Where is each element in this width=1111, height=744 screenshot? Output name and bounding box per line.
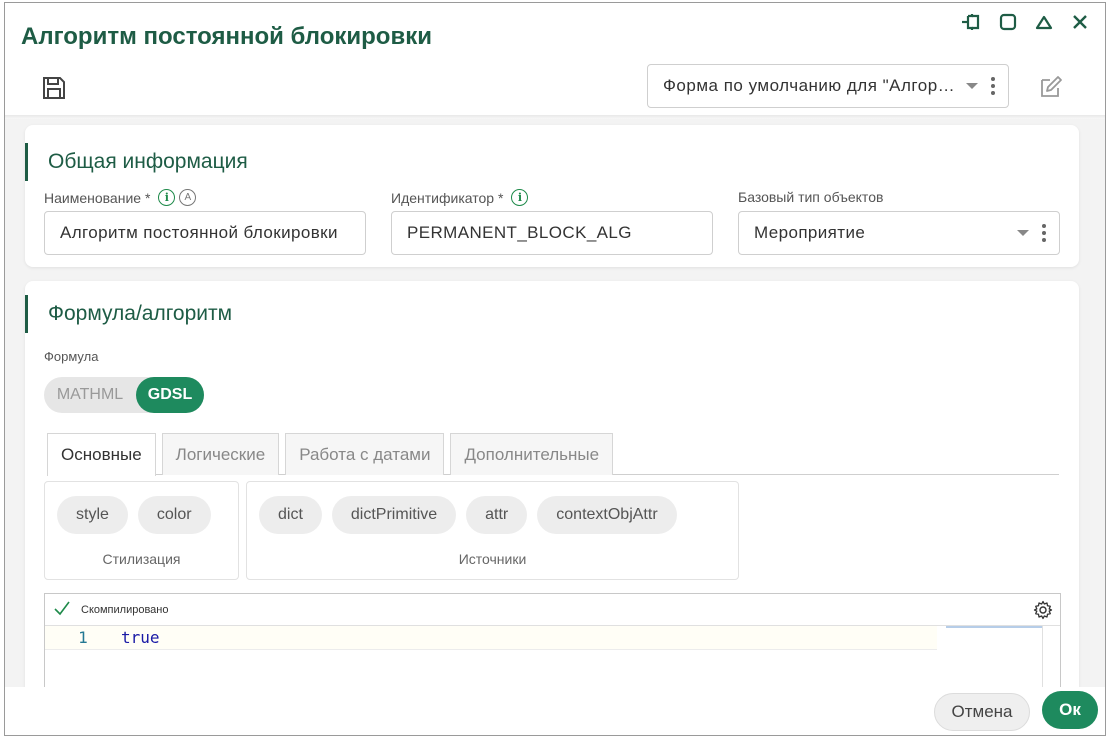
kebab-menu-icon[interactable] (1037, 224, 1051, 242)
formula-mode-toggle[interactable]: MATHML GDSL (44, 377, 204, 413)
formula-label: Формула (44, 349, 99, 364)
info-icon[interactable]: i (511, 189, 529, 206)
kebab-menu-icon[interactable] (986, 77, 1000, 95)
general-info-card: Общая информация Наименование * i A Алго… (25, 125, 1079, 267)
mode-mathml[interactable]: MATHML (44, 386, 136, 404)
auto-name-icon[interactable]: A (179, 189, 197, 206)
dialog-title: Алгоритм постоянной блокировки (21, 23, 432, 50)
chip-dict-primitive[interactable]: dictPrimitive (331, 496, 457, 534)
info-icon[interactable]: i (158, 189, 176, 206)
chip-color[interactable]: color (137, 496, 211, 534)
chip-style[interactable]: style (57, 496, 128, 534)
close-icon[interactable] (1069, 11, 1091, 33)
code-editor[interactable]: Скомпилировано 1 true (44, 593, 1061, 687)
edit-form-icon[interactable] (1037, 73, 1065, 101)
pin-icon[interactable] (961, 11, 983, 33)
base-type-value: Мероприятие (754, 223, 866, 242)
chevron-down-icon[interactable] (966, 83, 978, 89)
id-field[interactable]: PERMANENT_BLOCK_ALG (391, 211, 713, 255)
line-number: 1 (78, 628, 88, 647)
collapse-icon[interactable] (1033, 11, 1055, 33)
form-select-value: Форма по умолчанию для "Алгоритм постоян… (663, 76, 956, 95)
id-field-value: PERMANENT_BLOCK_ALG (407, 223, 632, 242)
mode-gdsl[interactable]: GDSL (136, 377, 204, 413)
gear-icon[interactable] (1032, 599, 1054, 621)
formula-card: Формула/алгоритм Формула MATHML GDSL Осн… (25, 281, 1079, 687)
compile-status: Скомпилировано (81, 603, 169, 616)
name-field[interactable]: Алгоритм постоянной блокировки (44, 211, 366, 255)
group-label-sources: Источники (458, 551, 527, 567)
code-text[interactable]: true (121, 628, 160, 647)
editor-toolbar: Скомпилировано (45, 594, 1060, 626)
name-field-value: Алгоритм постоянной блокировки (60, 223, 338, 242)
base-type-select[interactable]: Мероприятие (738, 211, 1060, 255)
section-title-general: Общая информация (25, 143, 248, 181)
group-styling: style color Стилизация (44, 481, 239, 580)
group-sources: dict dictPrimitive attr contextObjAttr И… (246, 481, 739, 580)
id-label: Идентификатор * i (391, 189, 529, 206)
dialog-window: Алгоритм постоянной блокировки Форма по … (4, 2, 1106, 736)
dialog-footer: Отмена Ок (5, 687, 1105, 735)
dialog-content[interactable]: Общая информация Наименование * i A Алго… (5, 119, 1105, 687)
name-label: Наименование * i A (44, 189, 197, 206)
id-label-text: Идентификатор * (391, 189, 504, 206)
chip-attr[interactable]: attr (466, 496, 528, 534)
group-label-styling: Стилизация (102, 551, 181, 567)
name-label-text: Наименование * (44, 189, 151, 206)
chip-context-obj-attr[interactable]: contextObjAttr (537, 496, 677, 534)
tab-logical[interactable]: Логические (161, 433, 280, 475)
ok-button[interactable]: Ок (1042, 691, 1098, 729)
code-line[interactable]: 1 true (45, 626, 937, 650)
tab-dates[interactable]: Работа с датами (285, 433, 445, 475)
save-icon[interactable] (39, 73, 69, 103)
overview-ruler-mark (946, 626, 1042, 628)
section-title-formula: Формула/алгоритм (25, 295, 232, 333)
cancel-button[interactable]: Отмена (934, 693, 1030, 731)
tab-basic[interactable]: Основные (47, 433, 156, 476)
maximize-icon[interactable] (997, 11, 1019, 33)
function-tabs: Основные Логические Работа с датами Допо… (47, 433, 1059, 476)
editor-scrollbar[interactable] (1042, 626, 1060, 687)
chip-dict[interactable]: dict (259, 496, 322, 534)
check-icon (53, 600, 71, 619)
tab-additional[interactable]: Дополнительные (450, 433, 614, 475)
window-controls (961, 11, 1091, 33)
chevron-down-icon[interactable] (1017, 230, 1029, 236)
base-type-label: Базовый тип объектов (738, 189, 884, 205)
form-select[interactable]: Форма по умолчанию для "Алгоритм постоян… (647, 64, 1009, 108)
